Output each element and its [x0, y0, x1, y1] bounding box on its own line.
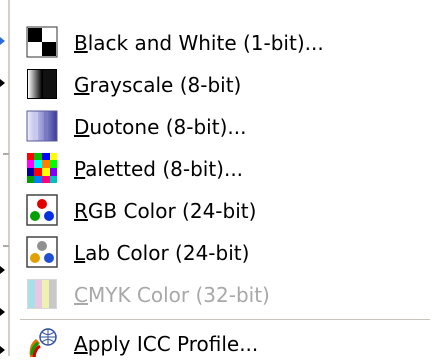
paletted-icon — [27, 153, 57, 183]
menu-item-label: Duotone (8-bit)... — [74, 115, 247, 139]
edge-divider — [8, 0, 10, 356]
edge-arrow-icon — [0, 266, 5, 274]
menu-item-label: Grayscale (8-bit) — [74, 73, 242, 97]
menu-item-apply-icc-profile[interactable]: Apply ICC Profile... — [14, 324, 434, 364]
menu-item-cmyk-color: CMYK Color (32-bit) — [14, 275, 434, 315]
lab-color-icon — [26, 236, 58, 268]
menu-item-grayscale[interactable]: Grayscale (8-bit) — [14, 65, 434, 105]
convert-color-mode-menu: Black and White (1-bit)... Grayscale (8-… — [14, 0, 434, 358]
menu-item-label: RGB Color (24-bit) — [74, 199, 257, 223]
menu-item-label: Apply ICC Profile... — [74, 332, 259, 356]
left-edge-strip — [0, 0, 14, 356]
menu-item-label: Paletted (8-bit)... — [74, 157, 244, 181]
menu-item-black-and-white[interactable]: Black and White (1-bit)... — [14, 23, 434, 63]
edge-arrow-icon — [0, 37, 5, 45]
edge-arrow-icon — [0, 79, 5, 87]
menu-separator — [20, 319, 430, 321]
menu-item-duotone[interactable]: Duotone (8-bit)... — [14, 107, 434, 147]
duotone-icon — [26, 110, 58, 142]
menu-item-label: CMYK Color (32-bit) — [74, 283, 270, 307]
menu-item-lab-color[interactable]: Lab Color (24-bit) — [14, 233, 434, 273]
grayscale-icon — [27, 69, 57, 99]
rgb-color-icon — [26, 194, 58, 226]
cmyk-color-icon — [27, 279, 57, 309]
menu-item-paletted[interactable]: Paletted (8-bit)... — [14, 149, 434, 189]
edge-arrow-icon — [0, 308, 5, 316]
edge-dash — [3, 153, 9, 155]
menu-item-rgb-color[interactable]: RGB Color (24-bit) — [14, 191, 434, 231]
menu-item-label: Black and White (1-bit)... — [74, 31, 324, 55]
icc-profile-icon — [29, 328, 57, 358]
black-white-icon — [26, 26, 58, 58]
edge-arrow-icon — [0, 346, 5, 354]
menu-item-label: Lab Color (24-bit) — [74, 241, 250, 265]
edge-dash — [3, 245, 9, 247]
